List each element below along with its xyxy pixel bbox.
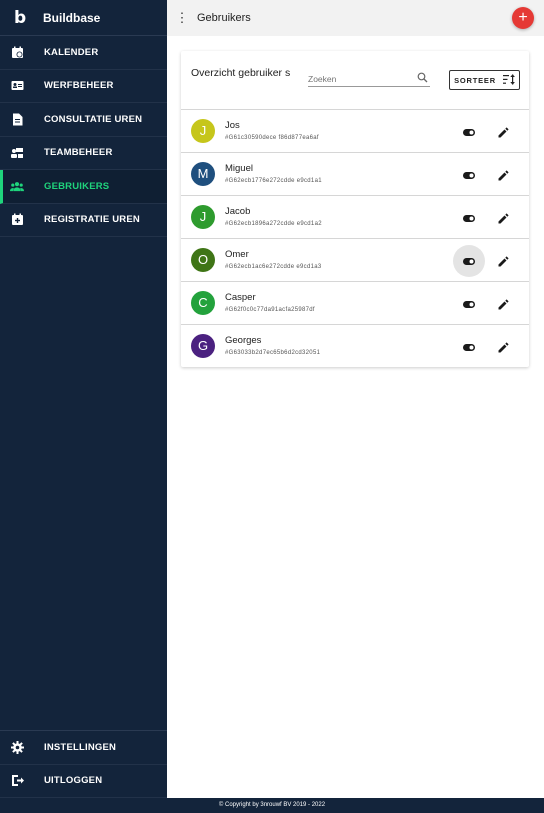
user-row[interactable]: M Miguel #G62ecb1776e272cdde e9cd1a1	[181, 152, 529, 195]
toggle-active-button[interactable]	[453, 288, 485, 320]
sidebar-item-label: REGISTRATIE UREN	[44, 214, 140, 226]
avatar: M	[191, 162, 215, 186]
sort-button-label: SORTEER	[454, 75, 496, 85]
user-id: #G62ecb1ac6e272cdde e9cd1a3	[225, 264, 322, 270]
edit-button[interactable]	[493, 294, 513, 314]
sidebar-item-label: INSTELLINGEN	[44, 741, 117, 753]
toggle-icon	[463, 171, 475, 179]
sidebar-item-label: KALENDER	[44, 46, 99, 58]
search-field	[308, 69, 430, 87]
sidebar-item-label: GEBRUIKERS	[44, 180, 110, 192]
add-user-button[interactable]: +	[512, 7, 534, 29]
avatar: J	[191, 119, 215, 143]
edit-button[interactable]	[493, 165, 513, 185]
user-name: Miguel	[225, 163, 253, 174]
avatar: C	[191, 291, 215, 315]
user-name: Jos	[225, 120, 240, 131]
user-id: #G62f0c0c77da91acfa25987df	[225, 307, 315, 313]
user-id: #G62ecb1896a272cdde e9cd1a2	[225, 221, 322, 227]
user-id: #G61c30590dece f86d877ea6af	[225, 135, 319, 141]
toggle-icon	[463, 257, 475, 265]
user-id: #G62ecb1776e272cdde e9cd1a1	[225, 178, 322, 184]
brand-logo: b	[14, 7, 27, 28]
toggle-active-button[interactable]	[453, 159, 485, 191]
users-card: Overzicht gebruiker s SORTEER J Jos #G61…	[181, 51, 529, 367]
footer-copyright: © Copyright by 3nrouwf BV 2019 - 2022	[0, 798, 544, 813]
sidebar-item-label: UITLOGGEN	[44, 775, 103, 787]
toggle-icon	[463, 300, 475, 308]
user-name: Georges	[225, 335, 262, 346]
brand[interactable]: b Buildbase	[0, 0, 167, 36]
document-icon	[10, 112, 24, 126]
card-title: Overzicht gebruiker s	[191, 67, 291, 79]
sort-icon	[502, 73, 515, 87]
sidebar-item-werfbeheer[interactable]: WERFBEHEER	[0, 70, 167, 103]
pencil-icon	[498, 126, 509, 137]
brand-name: Buildbase	[43, 10, 101, 25]
card-header: Overzicht gebruiker s SORTEER	[181, 51, 529, 109]
edit-button[interactable]	[493, 208, 513, 228]
user-row[interactable]: C Casper #G62f0c0c77da91acfa25987df	[181, 281, 529, 324]
user-name: Jacob	[225, 206, 251, 217]
logout-icon	[10, 774, 24, 788]
edit-button[interactable]	[493, 337, 513, 357]
search-icon	[417, 70, 428, 88]
sort-button[interactable]: SORTEER	[449, 70, 520, 90]
avatar: G	[191, 334, 215, 358]
sidebar-item-gebruikers[interactable]: GEBRUIKERS	[0, 170, 167, 204]
calendar-add-icon	[10, 213, 24, 227]
pencil-icon	[498, 212, 509, 223]
toggle-icon	[463, 343, 475, 351]
toggle-icon	[463, 128, 475, 136]
edit-button[interactable]	[493, 251, 513, 271]
sidebar-item-consultatie-uren[interactable]: CONSULTATIE UREN	[0, 103, 167, 137]
sidebar-item-label: CONSULTATIE UREN	[44, 113, 143, 125]
edit-button[interactable]	[493, 122, 513, 142]
toggle-active-button[interactable]	[453, 331, 485, 363]
team-icon	[10, 146, 24, 160]
sidebar: b Buildbase KALENDER WERFBEHEER CONSULTA…	[0, 0, 167, 798]
more-vert-icon[interactable]: ⋮	[167, 10, 197, 26]
users-icon	[10, 179, 24, 193]
user-row[interactable]: J Jacob #G62ecb1896a272cdde e9cd1a2	[181, 195, 529, 238]
user-row[interactable]: J Jos #G61c30590dece f86d877ea6af	[181, 109, 529, 152]
pencil-icon	[498, 341, 509, 352]
sidebar-item-label: WERFBEHEER	[44, 80, 114, 92]
sidebar-item-teambeheer[interactable]: TEAMBEHEER	[0, 137, 167, 170]
sidebar-item-label: TEAMBEHEER	[44, 147, 113, 159]
user-name: Omer	[225, 249, 249, 260]
sidebar-bottom: INSTELLINGEN UITLOGGEN	[0, 730, 167, 798]
user-name: Casper	[225, 292, 256, 303]
search-input[interactable]	[308, 72, 408, 84]
user-row[interactable]: O Omer #G62ecb1ac6e272cdde e9cd1a3	[181, 238, 529, 281]
topbar: ⋮ Gebruikers +	[167, 0, 544, 36]
toggle-active-button[interactable]	[453, 245, 485, 277]
avatar: O	[191, 248, 215, 272]
gear-icon	[10, 740, 24, 754]
pencil-icon	[498, 169, 509, 180]
avatar: J	[191, 205, 215, 229]
toggle-active-button[interactable]	[453, 202, 485, 234]
toggle-active-button[interactable]	[453, 116, 485, 148]
id-card-icon	[10, 79, 24, 93]
pencil-icon	[498, 298, 509, 309]
sidebar-item-instellingen[interactable]: INSTELLINGEN	[0, 731, 167, 765]
toggle-icon	[463, 214, 475, 222]
sidebar-item-kalender[interactable]: KALENDER	[0, 36, 167, 70]
pencil-icon	[498, 255, 509, 266]
page-title: Gebruikers	[197, 12, 251, 24]
sidebar-item-registratie-uren[interactable]: REGISTRATIE UREN	[0, 204, 167, 237]
user-id: #G63033b2d7ec65b6d2cd32051	[225, 350, 321, 356]
sidebar-item-uitloggen[interactable]: UITLOGGEN	[0, 765, 167, 798]
user-row[interactable]: G Georges #G63033b2d7ec65b6d2cd32051	[181, 324, 529, 367]
calendar-clock-icon	[10, 45, 24, 59]
